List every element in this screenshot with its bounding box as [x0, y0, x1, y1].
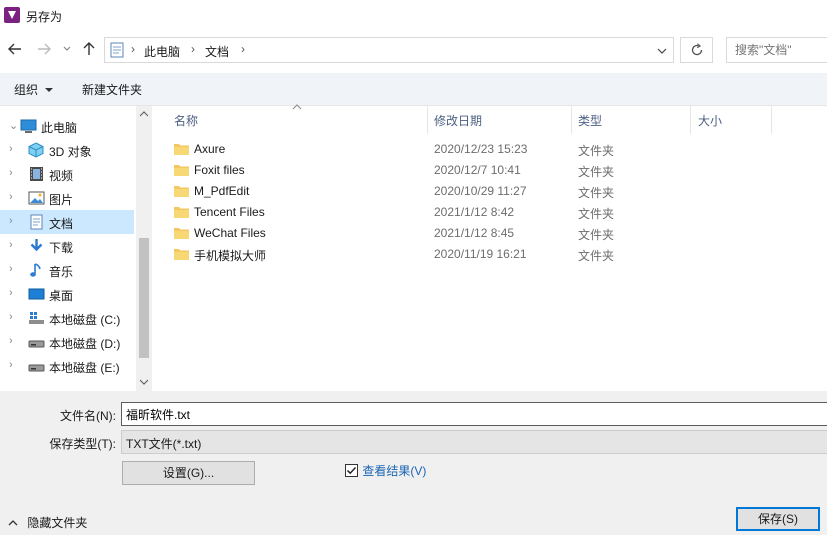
chevron-right-icon[interactable]: ›: [9, 263, 13, 275]
save-button[interactable]: 保存(S): [736, 507, 820, 531]
recent-locations-button[interactable]: [60, 41, 74, 61]
chevron-right-icon[interactable]: ›: [9, 239, 13, 251]
chevron-right-icon[interactable]: ›: [9, 167, 13, 179]
chevron-down-icon: [63, 46, 71, 51]
breadcrumb-separator: ›: [131, 42, 135, 56]
column-header-date[interactable]: 修改日期: [434, 112, 482, 129]
refresh-icon: [691, 43, 703, 56]
sort-ascending-icon: [292, 104, 302, 110]
folder-icon: [174, 144, 189, 155]
chevron-right-icon[interactable]: ›: [9, 359, 13, 371]
folder-icon: [174, 249, 189, 260]
chevron-right-icon[interactable]: ›: [9, 191, 13, 203]
nav-item-desktop[interactable]: › 桌面: [0, 282, 134, 306]
up-button[interactable]: [79, 41, 99, 61]
app-icon: [4, 7, 20, 23]
desktop-icon: [28, 288, 45, 300]
document-icon: [30, 214, 43, 230]
column-divider[interactable]: [427, 106, 428, 134]
nav-item-this-pc[interactable]: ⌄ 此电脑: [0, 114, 134, 138]
forward-button[interactable]: [34, 41, 54, 61]
nav-item-3d-objects[interactable]: › 3D 对象: [0, 138, 134, 162]
download-icon: [30, 239, 43, 252]
column-divider[interactable]: [690, 106, 691, 134]
filename-input[interactable]: [121, 402, 827, 426]
folder-icon: [174, 186, 189, 197]
new-folder-button[interactable]: 新建文件夹: [82, 81, 142, 98]
back-button[interactable]: [5, 41, 25, 61]
caret-down-icon: [45, 88, 54, 92]
column-header-name[interactable]: 名称: [174, 112, 198, 129]
breadcrumb-separator: ›: [241, 42, 245, 56]
navigation-pane: ⌄ 此电脑 › 3D 对象 › 视频 › 图片 › 文档 › 下载 › 音乐 ›…: [0, 106, 152, 391]
chevron-right-icon[interactable]: ›: [9, 287, 13, 299]
pc-icon: [20, 119, 37, 133]
file-row[interactable]: WeChat Files 2021/1/12 8:45 文件夹: [165, 223, 827, 244]
filename-label: 文件名(N):: [60, 409, 116, 423]
folder-icon: [174, 228, 189, 239]
nav-item-downloads[interactable]: › 下载: [0, 234, 134, 258]
nav-item-video[interactable]: › 视频: [0, 162, 134, 186]
drive-c-icon: [29, 312, 44, 324]
folder-icon: [174, 207, 189, 218]
chevron-right-icon[interactable]: ›: [9, 311, 13, 323]
view-results-checkbox[interactable]: 查看结果(V): [345, 462, 426, 479]
column-divider[interactable]: [771, 106, 772, 134]
address-bar[interactable]: › 此电脑 › 文档 ›: [104, 37, 674, 63]
arrow-up-icon: [83, 42, 95, 55]
nav-item-pictures[interactable]: › 图片: [0, 186, 134, 210]
chevron-right-icon[interactable]: ›: [9, 335, 13, 347]
organize-button[interactable]: 组织: [14, 81, 54, 98]
nav-item-music[interactable]: › 音乐: [0, 258, 134, 282]
filetype-label: 保存类型(T):: [49, 437, 116, 451]
chevron-up-icon: [8, 520, 18, 526]
breadcrumb-separator: ›: [191, 42, 195, 56]
hide-folders-toggle[interactable]: 隐藏文件夹: [8, 514, 87, 531]
file-row[interactable]: 手机模拟大师 2020/11/19 16:21 文件夹: [165, 244, 827, 265]
column-header-size[interactable]: 大小: [698, 112, 722, 129]
chevron-right-icon[interactable]: ›: [9, 215, 13, 227]
checkbox-checked-icon[interactable]: [345, 464, 358, 477]
scroll-down-icon[interactable]: [139, 378, 149, 386]
video-icon: [30, 167, 43, 181]
hide-folders-label: 隐藏文件夹: [27, 516, 88, 530]
window-title: 另存为: [26, 10, 63, 24]
arrow-right-icon: [38, 43, 51, 55]
breadcrumb-documents[interactable]: 文档: [205, 43, 229, 60]
file-row[interactable]: Foxit files 2020/12/7 10:41 文件夹: [165, 160, 827, 181]
picture-icon: [28, 191, 45, 205]
settings-button[interactable]: 设置(G)...: [122, 461, 255, 485]
view-results-label: 查看结果(V): [362, 464, 427, 478]
music-icon: [30, 263, 41, 277]
nav-item-drive-e[interactable]: › 本地磁盘 (E:): [0, 354, 134, 378]
filetype-select[interactable]: TXT文件(*.txt): [121, 430, 827, 454]
column-divider[interactable]: [571, 106, 572, 134]
file-row[interactable]: Axure 2020/12/23 15:23 文件夹: [165, 139, 827, 160]
scroll-up-icon[interactable]: [139, 110, 149, 118]
chevron-down-icon[interactable]: ⌄: [9, 119, 18, 132]
filetype-value: TXT文件(*.txt): [126, 437, 202, 451]
drive-icon: [28, 340, 45, 348]
3d-objects-icon: [28, 142, 44, 158]
breadcrumb-this-pc[interactable]: 此电脑: [144, 43, 180, 60]
column-header-type[interactable]: 类型: [578, 112, 602, 129]
search-input[interactable]: [726, 37, 827, 63]
folder-icon: [174, 165, 189, 176]
chevron-down-icon[interactable]: [656, 46, 668, 56]
arrow-left-icon: [8, 43, 21, 55]
nav-item-drive-c[interactable]: › 本地磁盘 (C:): [0, 306, 134, 330]
title-bar: [0, 0, 827, 30]
document-icon: [110, 42, 124, 58]
toolbar: 组织 新建文件夹: [0, 73, 827, 106]
drive-icon: [28, 364, 45, 372]
nav-item-drive-d[interactable]: › 本地磁盘 (D:): [0, 330, 134, 354]
nav-scroll-thumb[interactable]: [139, 238, 149, 358]
chevron-right-icon[interactable]: ›: [9, 143, 13, 155]
organize-label: 组织: [14, 83, 39, 97]
nav-item-documents[interactable]: › 文档: [0, 210, 134, 234]
file-row[interactable]: M_PdfEdit 2020/10/29 11:27 文件夹: [165, 181, 827, 202]
refresh-button[interactable]: [680, 37, 713, 63]
file-row[interactable]: Tencent Files 2021/1/12 8:42 文件夹: [165, 202, 827, 223]
